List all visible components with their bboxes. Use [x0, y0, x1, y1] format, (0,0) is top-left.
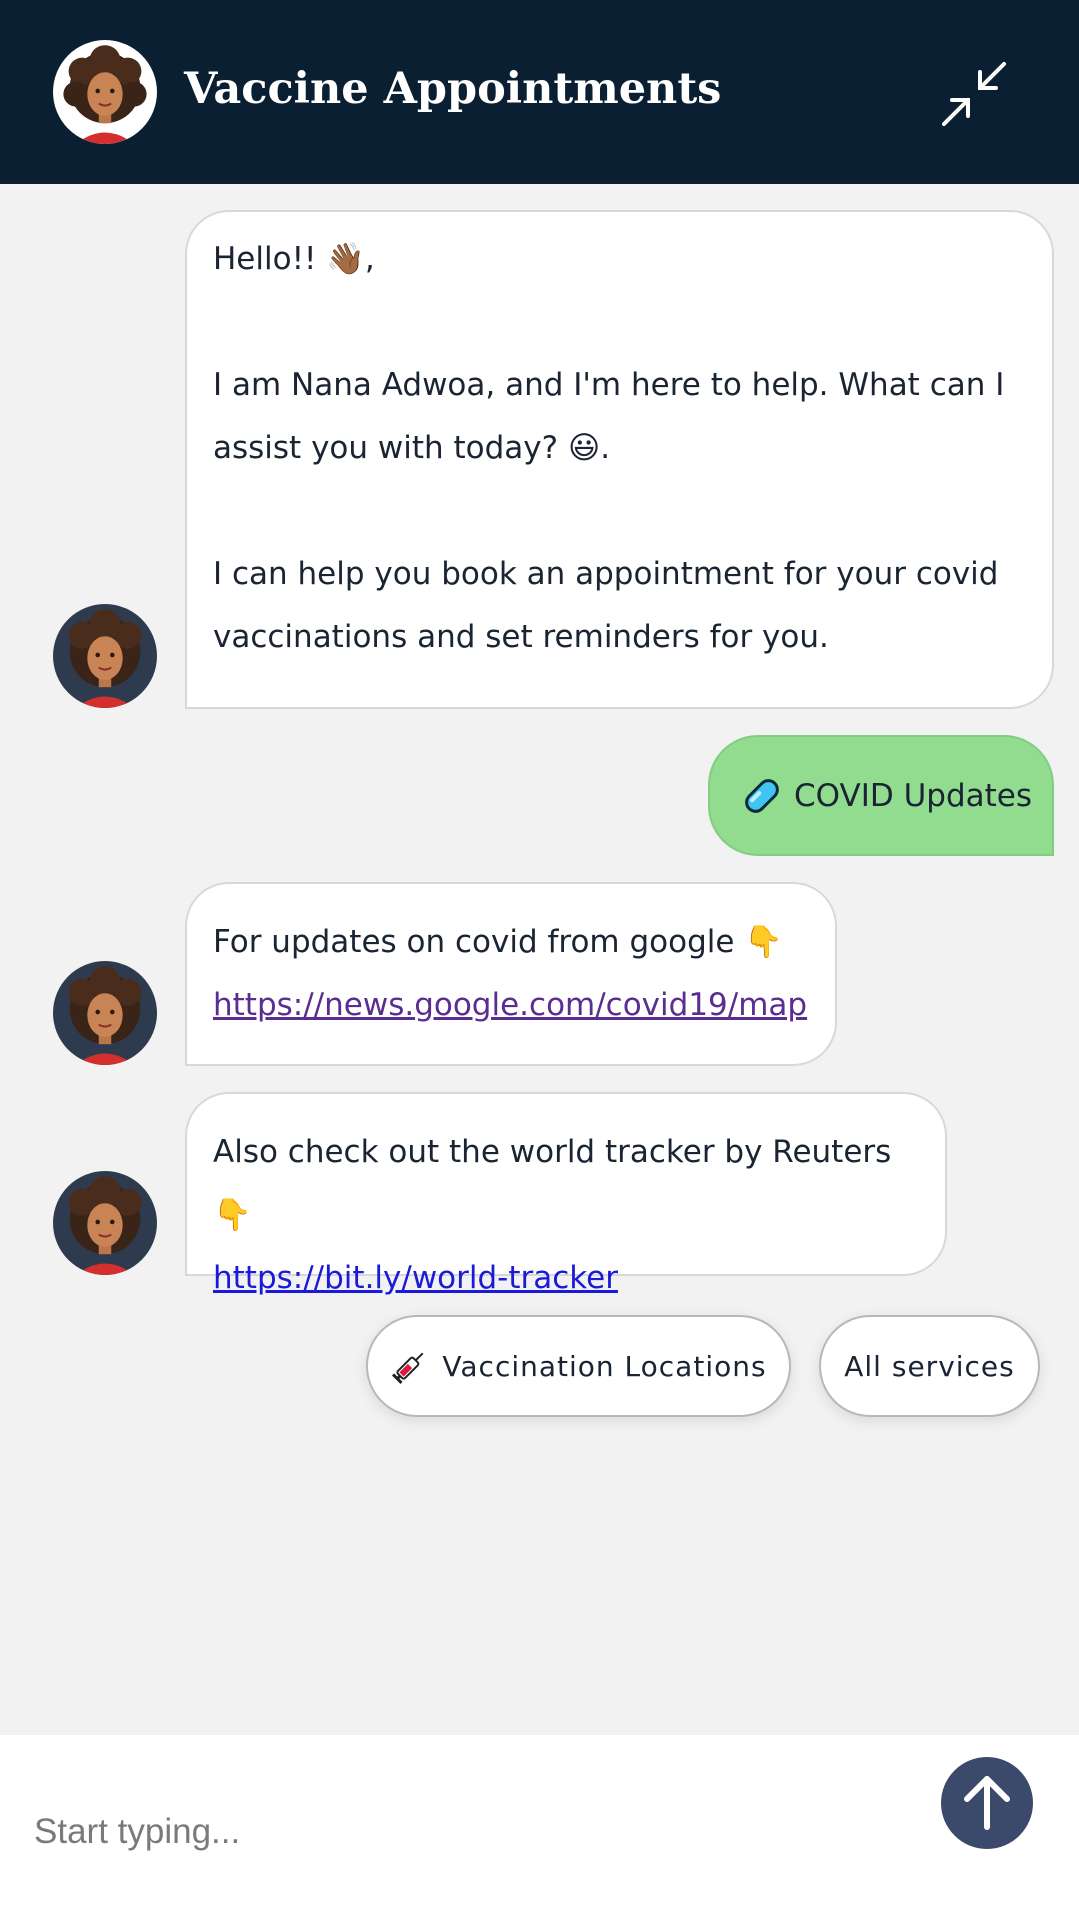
bot-message: Also check out the world tracker by Reut…: [185, 1092, 947, 1296]
bot-message: For updates on covid from google 👇 https…: [185, 882, 837, 1066]
bot-avatar: [53, 604, 157, 708]
message-text: I am Nana Adwoa, and I'm here to help. W…: [213, 367, 1005, 466]
message-input[interactable]: [34, 1787, 914, 1877]
minimize-button[interactable]: [940, 60, 1008, 128]
collapse-arrows-icon: [942, 62, 1006, 126]
covid-map-link[interactable]: https://news.google.com/covid19/map: [213, 987, 807, 1023]
message-text: I can help you book an appointment for y…: [213, 556, 999, 655]
chat-header: Vaccine Appointments: [0, 0, 1079, 184]
bot-avatar: [53, 1171, 157, 1275]
agent-portrait-icon: [63, 45, 147, 144]
quick-reply-vaccination-locations[interactable]: Vaccination Locations: [366, 1315, 791, 1417]
user-message: COVID Updates: [708, 735, 1054, 856]
bot-message: Hello!! 👋🏾, I am Nana Adwoa, and I'm her…: [185, 210, 1054, 709]
page-title: Vaccine Appointments: [184, 64, 722, 114]
quick-reply-label: Vaccination Locations: [442, 1349, 767, 1383]
bot-avatar: [53, 961, 157, 1065]
world-tracker-link[interactable]: https://bit.ly/world-tracker: [213, 1260, 618, 1296]
send-button[interactable]: [941, 1757, 1033, 1849]
agent-portrait-icon: [68, 966, 142, 1065]
message-text: COVID Updates: [794, 777, 1032, 814]
agent-avatar: [53, 40, 157, 144]
agent-portrait-icon: [68, 1176, 142, 1275]
message-text: Also check out the world tracker by Reut…: [213, 1134, 892, 1233]
agent-portrait-icon: [68, 609, 142, 708]
message-text: Hello!! 👋🏾,: [213, 241, 375, 277]
arrow-up-icon: [964, 1776, 1010, 1830]
pill-icon: [745, 778, 779, 813]
message-text: For updates on covid from google 👇: [213, 924, 783, 960]
syringe-icon: [392, 1352, 424, 1385]
quick-reply-all-services[interactable]: All services: [819, 1315, 1040, 1417]
quick-reply-label: All services: [844, 1349, 1015, 1383]
message-composer: [0, 1735, 1079, 1919]
